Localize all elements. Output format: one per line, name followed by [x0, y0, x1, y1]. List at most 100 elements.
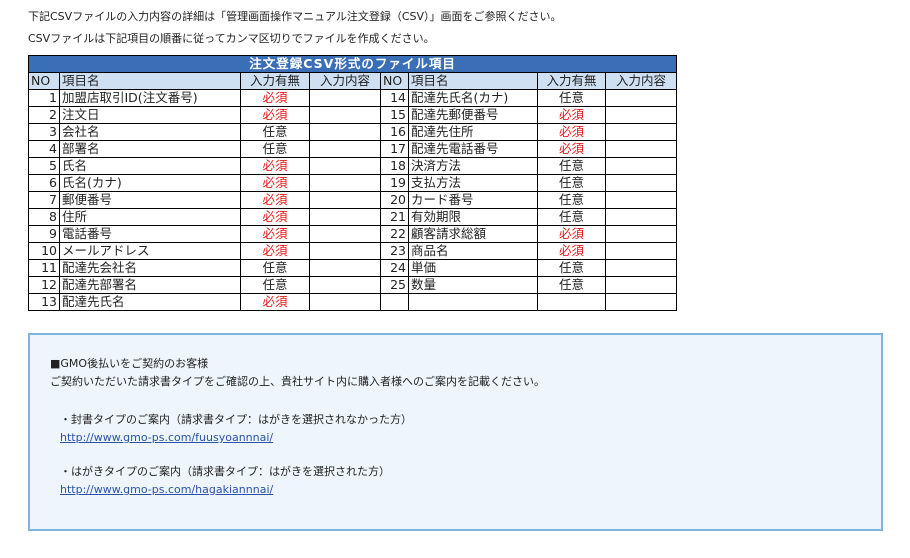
field-required: 必須: [537, 242, 606, 260]
field-no: 16: [380, 123, 409, 141]
header-item-name: 項目名: [59, 72, 241, 90]
field-required: 必須: [240, 89, 310, 107]
table-row: 1 加盟店取引ID(注文番号) 必須 14 配達先氏名(カナ) 任意: [28, 89, 678, 107]
postcard-guide-link[interactable]: http://www.gmo-ps.com/hagakiannnai/: [60, 483, 273, 497]
field-required: 必須: [240, 208, 310, 226]
field-required: 任意: [537, 174, 606, 192]
field-no: 18: [380, 157, 409, 175]
field-content: [604, 225, 678, 243]
field-content: [309, 293, 381, 311]
field-no: 4: [28, 140, 60, 158]
field-required: 必須: [240, 225, 310, 243]
field-no: 8: [28, 208, 60, 226]
field-no: 25: [380, 276, 409, 294]
header-required: 入力有無: [537, 72, 606, 90]
field-no: 17: [380, 140, 409, 158]
header-no: NO: [28, 72, 60, 90]
field-no: 12: [28, 276, 60, 294]
field-no: 22: [380, 225, 409, 243]
field-content: [604, 208, 678, 226]
field-no: 11: [28, 259, 60, 277]
field-content: [309, 106, 381, 124]
table-row: 2 注文日 必須 15 配達先郵便番号 必須: [28, 106, 678, 124]
envelope-guide-link[interactable]: http://www.gmo-ps.com/fuusyoannnai/: [60, 431, 273, 445]
field-content: [309, 191, 381, 209]
header-no: NO: [380, 72, 409, 90]
field-required: 任意: [240, 276, 310, 294]
table-row: 13 配達先氏名 必須: [28, 293, 678, 311]
table-row: 10 メールアドレス 必須 23 商品名 必須: [28, 242, 678, 260]
field-name: 配達先氏名: [59, 293, 241, 311]
field-required: 任意: [537, 191, 606, 209]
header-content: 入力内容: [604, 72, 678, 90]
field-required: 必須: [537, 123, 606, 141]
field-content: [604, 123, 678, 141]
field-content: [604, 242, 678, 260]
field-content: [604, 140, 678, 158]
field-no: 10: [28, 242, 60, 260]
field-name: メールアドレス: [59, 242, 241, 260]
field-content: [604, 191, 678, 209]
table-title: 注文登録CSV形式のファイル項目: [27, 55, 678, 73]
field-name: 電話番号: [59, 225, 241, 243]
field-required: 任意: [537, 89, 606, 107]
field-content: [309, 174, 381, 192]
field-content: [604, 276, 678, 294]
field-name: 氏名(カナ): [59, 174, 241, 192]
table-header-row: NO 項目名 入力有無 入力内容 NO 項目名 入力有無 入力内容: [28, 72, 678, 90]
field-name: 支払方法: [408, 174, 538, 192]
field-required: 必須: [240, 157, 310, 175]
field-required: 必須: [240, 242, 310, 260]
field-content: [604, 106, 678, 124]
field-required: 必須: [240, 191, 310, 209]
postcard-type-label: ・はがきタイプのご案内（請求書タイプ：はがきを選択された方）: [60, 465, 390, 478]
field-name: 配達先電話番号: [408, 140, 538, 158]
field-name: カード番号: [408, 191, 538, 209]
field-name: 郵便番号: [59, 191, 241, 209]
field-required: 任意: [537, 276, 606, 294]
field-required: 必須: [537, 140, 606, 158]
field-name: 注文日: [59, 106, 241, 124]
field-required: 必須: [537, 106, 606, 124]
field-content: [309, 157, 381, 175]
field-content: [309, 140, 381, 158]
field-required: 任意: [537, 208, 606, 226]
field-required: 必須: [240, 106, 310, 124]
field-required: 必須: [240, 174, 310, 192]
field-name: 数量: [408, 276, 538, 294]
field-name: 配達先部署名: [59, 276, 241, 294]
intro-text-2: CSVファイルは下記項目の順番に従ってカンマ区切りでファイルを作成ください。: [28, 32, 435, 45]
field-no: 13: [28, 293, 60, 311]
field-required: 任意: [240, 123, 310, 141]
field-required: 任意: [537, 157, 606, 175]
csv-fields-table: 注文登録CSV形式のファイル項目 NO 項目名 入力有無 入力内容 NO 項目名…: [27, 55, 678, 311]
field-content: [309, 208, 381, 226]
field-required: [537, 293, 606, 311]
field-name: 配達先郵便番号: [408, 106, 538, 124]
info-heading: ■GMO後払いをご契約のお客様: [50, 357, 209, 370]
gmo-info-box: ■GMO後払いをご契約のお客様 ご契約いただいた請求書タイプをご確認の上、貴社サ…: [28, 333, 883, 531]
field-name: 配達先氏名(カナ): [408, 89, 538, 107]
envelope-type-label: ・封書タイプのご案内（請求書タイプ：はがきを選択されなかった方）: [60, 413, 412, 426]
table-row: 7 郵便番号 必須 20 カード番号 任意: [28, 191, 678, 209]
field-name: 住所: [59, 208, 241, 226]
field-no: 21: [380, 208, 409, 226]
field-name: 単価: [408, 259, 538, 277]
field-required: 任意: [240, 140, 310, 158]
table-row: 5 氏名 必須 18 決済方法 任意: [28, 157, 678, 175]
field-name: 商品名: [408, 242, 538, 260]
header-content: 入力内容: [309, 72, 381, 90]
field-no: 6: [28, 174, 60, 192]
field-required: 必須: [240, 293, 310, 311]
header-required: 入力有無: [240, 72, 310, 90]
field-no: 14: [380, 89, 409, 107]
table-row: 8 住所 必須 21 有効期限 任意: [28, 208, 678, 226]
header-item-name: 項目名: [408, 72, 538, 90]
field-name: 有効期限: [408, 208, 538, 226]
field-content: [309, 123, 381, 141]
field-name: 会社名: [59, 123, 241, 141]
field-no: 7: [28, 191, 60, 209]
field-no: 2: [28, 106, 60, 124]
table-row: 4 部署名 任意 17 配達先電話番号 必須: [28, 140, 678, 158]
field-content: [604, 89, 678, 107]
